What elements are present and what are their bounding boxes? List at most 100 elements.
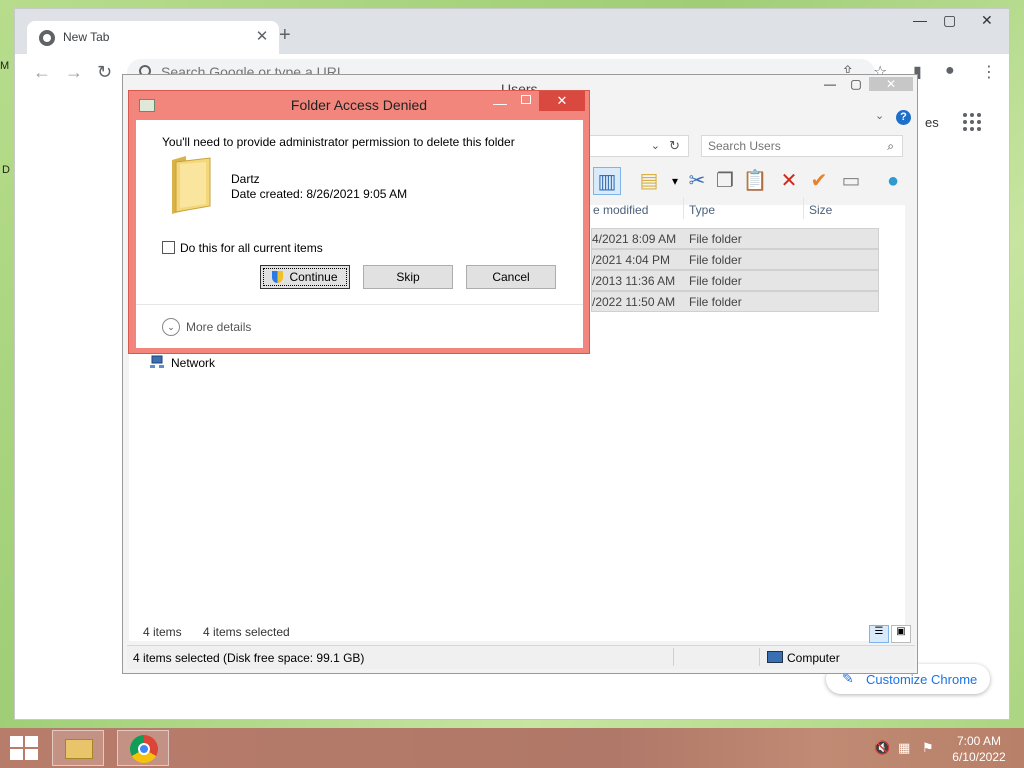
minimize-button[interactable]: — bbox=[493, 95, 507, 111]
row-type: File folder bbox=[689, 274, 742, 288]
properties-icon[interactable]: ▤ bbox=[635, 167, 663, 195]
clock-time: 7:00 AM bbox=[956, 734, 1002, 748]
computer-icon bbox=[767, 651, 783, 663]
row-date: 4/2021 8:09 AM bbox=[592, 232, 677, 246]
row-type: File folder bbox=[689, 232, 742, 246]
desktop-icon-label: M bbox=[0, 60, 10, 72]
search-input[interactable] bbox=[708, 139, 878, 153]
view-switcher: ☰ ▣ bbox=[867, 623, 911, 643]
close-button[interactable]: ✕ bbox=[869, 77, 913, 91]
clock-date: 6/10/2022 bbox=[952, 750, 1006, 764]
skip-button[interactable]: Skip bbox=[363, 265, 453, 289]
folder-date-created: Date created: 8/26/2021 9:05 AM bbox=[231, 187, 408, 201]
taskbar-file-explorer[interactable] bbox=[52, 730, 104, 766]
copy-icon[interactable]: ❐ bbox=[711, 167, 739, 195]
address-bar[interactable]: ⌄ ↻ bbox=[585, 135, 689, 157]
tab-new-tab[interactable]: New Tab ✕ bbox=[27, 21, 279, 54]
folder-access-denied-dialog: Folder Access Denied — ✕ You'll need to … bbox=[128, 90, 590, 354]
tab-title: New Tab bbox=[63, 30, 110, 44]
profile-icon[interactable]: ● bbox=[945, 62, 955, 80]
divider bbox=[136, 304, 583, 305]
column-divider bbox=[803, 197, 804, 219]
customize-chrome-label: Customize Chrome bbox=[866, 672, 978, 687]
column-size[interactable]: Size bbox=[809, 203, 832, 217]
explorer-window-buttons: — ▢ ✕ bbox=[817, 77, 913, 91]
clock[interactable]: 7:00 AM 6/10/2022 bbox=[946, 733, 1012, 765]
maximize-button[interactable]: ▢ bbox=[843, 77, 869, 91]
chevron-down-icon[interactable]: ⌄ bbox=[162, 318, 180, 336]
start-button[interactable] bbox=[10, 736, 38, 760]
paste-icon[interactable]: 📋 bbox=[741, 167, 769, 195]
large-icons-view-icon[interactable]: ▣ bbox=[891, 625, 911, 643]
nav-item-label: Network bbox=[171, 356, 216, 370]
forward-icon[interactable]: → bbox=[65, 62, 83, 83]
more-details-link[interactable]: More details bbox=[186, 320, 251, 334]
items-count: 4 items bbox=[143, 625, 182, 639]
refresh-icon[interactable]: ↻ bbox=[669, 138, 680, 154]
action-center-icon[interactable]: ⚑ bbox=[922, 740, 934, 756]
dialog-title: Folder Access Denied bbox=[290, 97, 428, 113]
apply-to-all-label[interactable]: Do this for all current items bbox=[180, 241, 323, 255]
row-date: /2013 11:36 AM bbox=[592, 274, 676, 288]
row-date: /2022 11:50 AM bbox=[592, 295, 676, 309]
column-divider bbox=[683, 197, 684, 219]
table-row[interactable]: /2013 11:36 AM File folder bbox=[591, 270, 879, 291]
rename-icon[interactable]: ▭ bbox=[837, 167, 865, 195]
minimize-button[interactable]: — bbox=[913, 12, 927, 28]
taskbar-chrome[interactable] bbox=[117, 730, 169, 766]
cut-icon[interactable]: ✂ bbox=[683, 167, 711, 195]
close-button[interactable]: ✕ bbox=[539, 91, 585, 111]
menu-icon[interactable]: ⋮ bbox=[981, 62, 997, 82]
dialog-body: You'll need to provide administrator per… bbox=[136, 120, 583, 348]
uac-shield-icon bbox=[272, 271, 284, 283]
network-status-icon[interactable]: ▦ bbox=[898, 740, 910, 756]
dialog-message: You'll need to provide administrator per… bbox=[162, 135, 515, 149]
folder-icon bbox=[65, 739, 93, 759]
check-icon[interactable]: ✔ bbox=[805, 167, 833, 195]
continue-label: Continue bbox=[289, 270, 338, 284]
items-selected: 4 items selected bbox=[203, 625, 290, 639]
apply-to-all-checkbox[interactable] bbox=[162, 241, 175, 254]
help-icon[interactable]: ? bbox=[896, 110, 911, 125]
status-text: 4 items selected (Disk free space: 99.1 … bbox=[133, 651, 365, 665]
search-box[interactable]: ⌕ bbox=[701, 135, 903, 157]
network-icon bbox=[150, 355, 164, 368]
table-row[interactable]: /2021 4:04 PM File folder bbox=[591, 249, 879, 270]
new-tab-button[interactable]: + bbox=[279, 24, 291, 47]
maximize-button[interactable] bbox=[521, 95, 531, 104]
maximize-button[interactable]: ▢ bbox=[943, 12, 956, 29]
images-link[interactable]: es bbox=[925, 115, 939, 130]
row-date: /2021 4:04 PM bbox=[592, 253, 671, 267]
taskbar: 🔇 ▦ ⚑ 7:00 AM 6/10/2022 bbox=[0, 728, 1024, 768]
preview-pane-icon[interactable]: ▥ bbox=[593, 167, 621, 195]
row-type: File folder bbox=[689, 253, 742, 267]
reload-icon[interactable]: ↻ bbox=[97, 62, 112, 83]
minimize-button[interactable]: — bbox=[817, 77, 843, 91]
ribbon-expand-icon[interactable]: ⌄ bbox=[875, 109, 884, 122]
tab-close-icon[interactable]: ✕ bbox=[253, 27, 271, 45]
status-location: Computer bbox=[787, 651, 840, 665]
chrome-titlebar: New Tab ✕ + — ▢ ✕ bbox=[15, 9, 1009, 54]
column-type[interactable]: Type bbox=[689, 203, 715, 217]
back-icon[interactable]: ← bbox=[33, 62, 51, 83]
chrome-icon bbox=[39, 30, 55, 46]
close-button[interactable]: ✕ bbox=[981, 12, 993, 29]
search-icon: ⌕ bbox=[887, 139, 894, 153]
table-row[interactable]: 4/2021 8:09 AM File folder bbox=[591, 228, 879, 249]
folder-name: Dartz bbox=[231, 172, 260, 186]
status-bar: 4 items selected (Disk free space: 99.1 … bbox=[127, 645, 915, 669]
apps-grid-icon[interactable] bbox=[963, 113, 981, 131]
delete-icon[interactable]: ✕ bbox=[775, 167, 803, 195]
column-date-modified[interactable]: e modified bbox=[593, 203, 648, 217]
globe-icon[interactable]: ● bbox=[879, 167, 907, 195]
row-type: File folder bbox=[689, 295, 742, 309]
details-view-icon[interactable]: ☰ bbox=[869, 625, 889, 643]
file-list: 4/2021 8:09 AM File folder /2021 4:04 PM F… bbox=[591, 228, 879, 312]
continue-button[interactable]: Continue bbox=[260, 265, 350, 289]
chrome-icon bbox=[130, 735, 158, 763]
chevron-down-icon[interactable]: ⌄ bbox=[651, 139, 660, 152]
volume-muted-icon[interactable]: 🔇 bbox=[874, 740, 890, 756]
table-row[interactable]: /2022 11:50 AM File folder bbox=[591, 291, 879, 312]
desktop-icon-label: D bbox=[2, 164, 10, 176]
cancel-button[interactable]: Cancel bbox=[466, 265, 556, 289]
